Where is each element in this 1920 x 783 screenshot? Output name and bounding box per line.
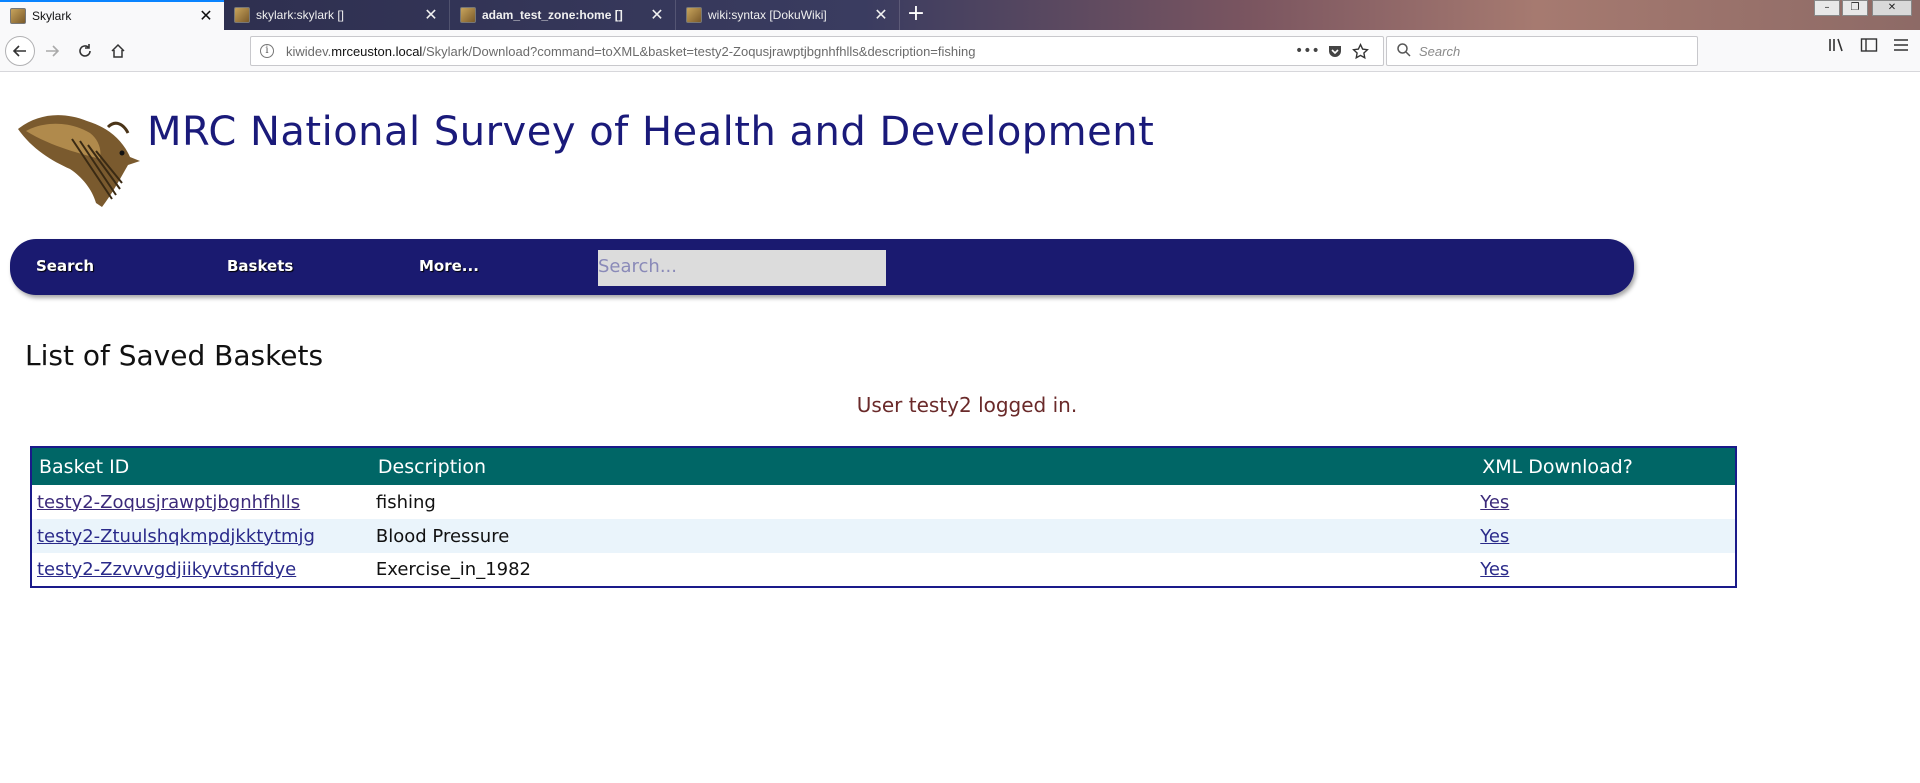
wiki-favicon-icon [460,7,476,23]
column-header-xml-download: XML Download? [1475,447,1736,485]
close-icon[interactable]: ✕ [649,5,665,25]
url-prefix: kiwidev. [286,43,332,59]
table-row: testy2-Zzvvvgdjiikyvtsnffdye Exercise_in… [31,553,1736,587]
back-button[interactable] [5,36,35,66]
forward-button[interactable] [38,37,66,65]
close-icon[interactable]: ✕ [198,6,214,26]
tab-label: skylark:skylark [] [256,8,345,22]
reload-button[interactable] [71,37,99,65]
url-field[interactable]: i kiwidev. mrceuston.local/Skylark/Downlo… [250,36,1384,66]
column-header-description: Description [370,447,1476,485]
basket-id-cell: testy2-Zoqusjrawptjbgnhfhlls [31,485,371,519]
basket-id-cell: testy2-Zzvvvgdjiikyvtsnffdye [31,553,371,587]
tab-label: Skylark [32,9,72,23]
minimize-button[interactable]: – [1814,0,1840,16]
column-header-basket-id: Basket ID [31,447,371,485]
ellipsis-icon: ••• [1295,43,1320,59]
page-heading: List of Saved Baskets [25,339,324,372]
tab-skylark-wiki[interactable]: skylark:skylark [] ✕ [224,0,450,30]
wiki-favicon-icon [686,7,702,23]
skylark-logo [18,115,140,207]
tab-skylark[interactable]: Skylark ✕ [0,0,224,30]
sidebar-icon[interactable] [1860,37,1878,57]
table-row: testy2-Ztuulshqkmpdjkktytmjg Blood Press… [31,519,1736,553]
description-cell: Blood Pressure [370,519,1476,553]
table-header-row: Basket ID Description XML Download? [31,447,1736,485]
nav-search-link[interactable]: Search [36,257,94,275]
basket-id-link[interactable]: testy2-Zoqusjrawptjbgnhfhlls [37,492,300,513]
basket-id-link[interactable]: testy2-Zzvvvgdjiikyvtsnffdye [37,559,296,580]
xml-download-link[interactable]: Yes [1480,526,1509,547]
star-icon [1352,42,1369,59]
pocket-icon [1329,46,1341,57]
site-title: MRC National Survey of Health and Develo… [147,109,1155,155]
basket-id-cell: testy2-Ztuulshqkmpdjkktytmjg [31,519,371,553]
nav-more-link[interactable]: More... [419,257,479,275]
window-close-button[interactable]: ✕ [1872,0,1912,16]
search-placeholder: Search [1419,43,1461,59]
new-tab-button[interactable]: + [903,2,929,28]
tab-label: adam_test_zone:home [] [482,8,623,22]
tab-label: wiki:syntax [DokuWiki] [708,8,827,22]
browser-search-field[interactable]: Search [1386,36,1698,66]
url-domain: mrceuston.local [331,43,423,59]
toolbar-right-tools [1828,37,1910,57]
close-icon[interactable]: ✕ [873,5,889,25]
library-icon[interactable] [1828,37,1846,57]
close-icon[interactable]: ✕ [423,5,439,25]
saved-baskets-table: Basket ID Description XML Download? test… [30,446,1737,588]
description-cell: fishing [375,491,436,513]
browser-tab-strip: Skylark ✕ skylark:skylark [] ✕ adam_test… [0,0,1920,30]
page-actions-menu[interactable]: ••• [1295,36,1320,66]
page-content: MRC National Survey of Health and Develo… [0,73,1920,783]
restore-button[interactable]: ❐ [1842,0,1868,16]
info-icon[interactable]: i [260,44,274,58]
skylark-favicon-icon [10,8,26,24]
download-cell: Yes [1475,519,1736,553]
search-icon [1397,42,1411,60]
description-cell: Exercise_in_1982 [375,559,532,580]
home-button[interactable] [104,37,132,65]
home-icon [111,43,125,58]
arrow-right-icon [46,45,60,57]
login-status-message: User testy2 logged in. [856,393,1078,417]
basket-id-link[interactable]: testy2-Ztuulshqkmpdjkktytmjg [37,526,315,547]
reload-icon [79,44,91,57]
pocket-button[interactable] [1327,36,1343,66]
browser-toolbar: i kiwidev. mrceuston.local/Skylark/Downlo… [0,30,1920,72]
xml-download-link[interactable]: Yes [1480,559,1509,580]
nav-baskets-link[interactable]: Baskets [227,257,293,275]
download-cell: Yes [1475,553,1736,587]
download-cell: Yes [1475,485,1736,519]
table-row: testy2-Zoqusjrawptjbgnhfhlls fishing Yes [31,485,1736,519]
bookmark-star-button[interactable] [1352,36,1369,66]
wiki-favicon-icon [234,7,250,23]
tab-adam-test-zone[interactable]: adam_test_zone:home [] ✕ [450,0,676,30]
site-search-input[interactable] [598,250,886,286]
hamburger-menu-icon[interactable] [1892,37,1910,57]
url-path: /Skylark/Download?command=toXML&basket=t… [422,43,976,59]
main-navbar: Search Baskets More... [10,239,1634,295]
arrow-left-icon [12,45,26,57]
xml-download-link[interactable]: Yes [1480,492,1509,513]
tab-dokuwiki-syntax[interactable]: wiki:syntax [DokuWiki] ✕ [676,0,900,30]
